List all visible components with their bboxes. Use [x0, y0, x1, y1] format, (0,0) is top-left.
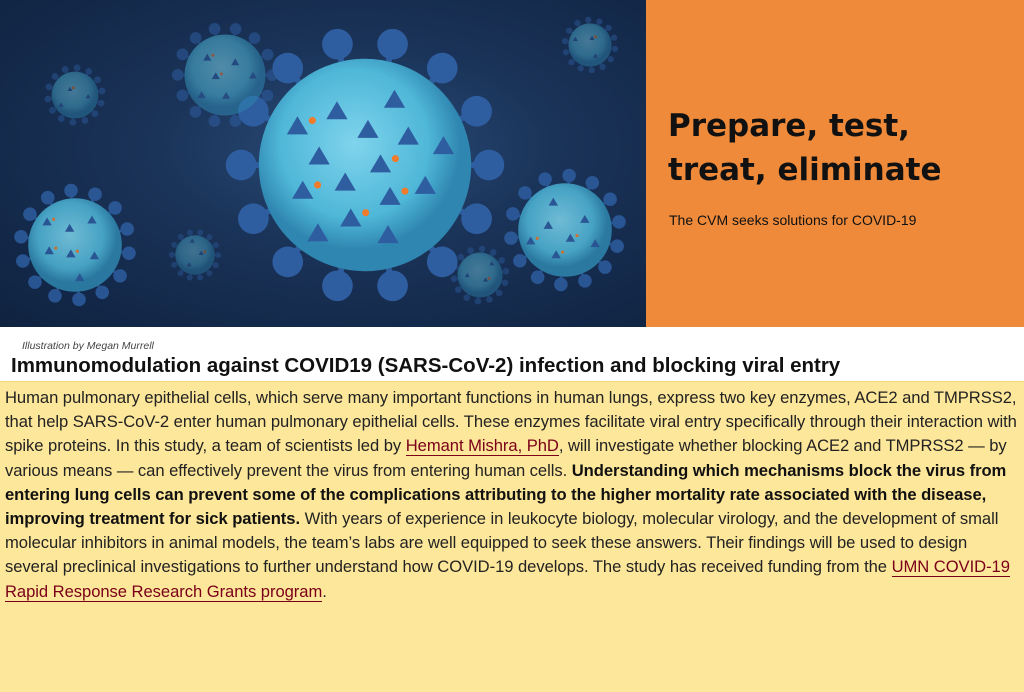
virus-particle: [225, 28, 505, 302]
virus-particle: [14, 183, 136, 307]
article-paragraph: Human pulmonary epithelial cells, which …: [5, 386, 1021, 604]
virus-particle: [561, 16, 619, 74]
researcher-link[interactable]: Hemant Mishra, PhD: [405, 436, 559, 457]
banner-text-panel: Prepare, test, treat, eliminate The CVM …: [646, 0, 1024, 327]
coronavirus-illustration: [0, 0, 646, 327]
virus-particle: [504, 168, 626, 292]
illustration-credit: Illustration by Megan Murrell: [22, 340, 154, 352]
article-title: Immunomodulation against COVID19 (SARS-C…: [11, 354, 841, 377]
banner-headline: Prepare, test, treat, eliminate: [668, 108, 942, 188]
article-body-box: Human pulmonary epithelial cells, which …: [0, 381, 1024, 692]
hero-banner: Prepare, test, treat, eliminate The CVM …: [0, 0, 1024, 327]
virus-particle: [168, 229, 222, 281]
paragraph-text: .: [322, 581, 327, 601]
banner-subhead: The CVM seeks solutions for COVID-19: [669, 212, 917, 228]
virus-particle: [450, 245, 510, 305]
virus-particle: [44, 64, 106, 126]
coronavirus-illustration-image: [14, 16, 626, 307]
